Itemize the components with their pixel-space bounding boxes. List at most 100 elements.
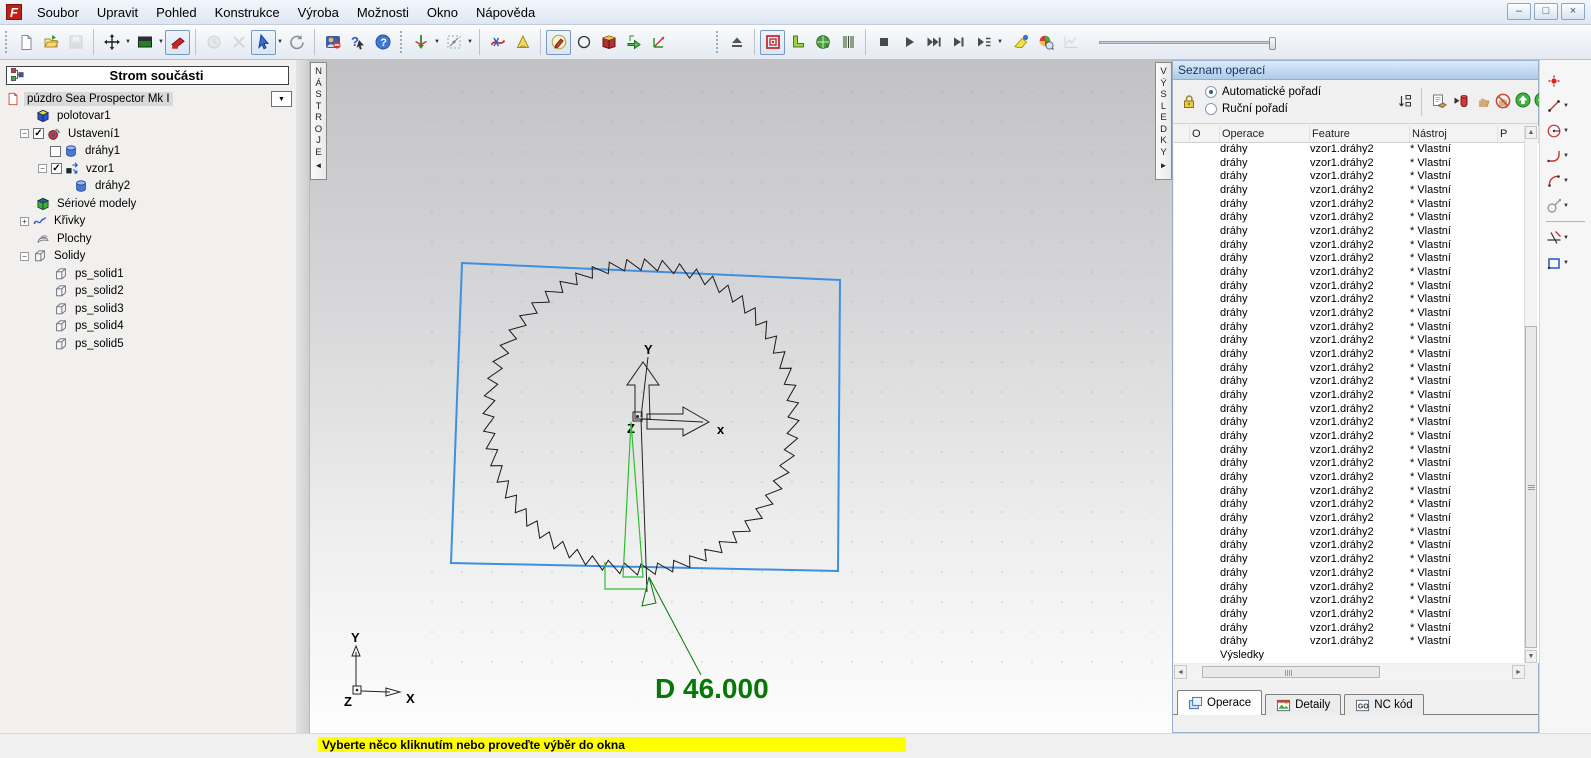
tree-item[interactable]: púzdro Sea Prospector Mk I▼: [0, 90, 296, 108]
operation-row[interactable]: dráhyvzor1.dráhy2* Vlastní: [1174, 594, 1526, 608]
transform-icon[interactable]: [646, 30, 671, 55]
operations-table-body[interactable]: dráhyvzor1.dráhy2* Vlastnídráhyvzor1.drá…: [1174, 143, 1526, 663]
column-header[interactable]: Operace: [1220, 126, 1310, 142]
operation-row[interactable]: dráhyvzor1.dráhy2* Vlastní: [1174, 184, 1526, 198]
tree-item[interactable]: ps_solid2: [0, 283, 296, 301]
eject-icon[interactable]: [724, 30, 749, 55]
operation-row[interactable]: dráhyvzor1.dráhy2* Vlastní: [1174, 362, 1526, 376]
dropdown-arrow-icon[interactable]: ▼: [1563, 103, 1570, 109]
play-icon[interactable]: [896, 30, 921, 55]
operation-row[interactable]: dráhyvzor1.dráhy2* Vlastní: [1174, 485, 1526, 499]
rotate-view-icon[interactable]: [284, 30, 309, 55]
fillet-tool-button[interactable]: ▼: [1540, 143, 1591, 168]
help-icon[interactable]: ?: [370, 30, 395, 55]
dropdown-arrow-icon[interactable]: ▼: [1563, 178, 1570, 184]
tab-detaily[interactable]: Detaily: [1265, 694, 1341, 715]
move-up-icon[interactable]: [1513, 90, 1533, 110]
menu-možnosti[interactable]: Možnosti: [348, 1, 418, 24]
tree-item[interactable]: dráhy1: [0, 143, 296, 161]
operations-table-header[interactable]: OOperaceFeatureNástrojP: [1174, 126, 1539, 143]
tree-item[interactable]: ps_solid1: [0, 265, 296, 283]
circle-tool-button[interactable]: ▼: [1540, 118, 1591, 143]
context-help-icon[interactable]: ?: [345, 30, 370, 55]
menu-nápověda[interactable]: Nápověda: [467, 1, 544, 24]
results-flyout-tab[interactable]: VÝSLEDKY►: [1155, 62, 1172, 180]
principal-axis-icon[interactable]: [408, 30, 433, 55]
tree-item[interactable]: −✓Ustavení1: [0, 125, 296, 143]
menu-upravit[interactable]: Upravit: [88, 1, 147, 24]
sim-centerline-icon[interactable]: [785, 30, 810, 55]
operation-row[interactable]: dráhyvzor1.dráhy2* Vlastní: [1174, 170, 1526, 184]
operation-row[interactable]: dráhyvzor1.dráhy2* Vlastní: [1174, 567, 1526, 581]
tree-item[interactable]: ps_solid5: [0, 335, 296, 353]
operation-row[interactable]: dráhyvzor1.dráhy2* Vlastní: [1174, 512, 1526, 526]
to-end-icon[interactable]: [946, 30, 971, 55]
operation-row[interactable]: dráhyvzor1.dráhy2* Vlastní: [1174, 252, 1526, 266]
column-header[interactable]: Feature: [1310, 126, 1410, 142]
tree-checkbox[interactable]: ✓: [33, 128, 44, 139]
dropdown-arrow-icon[interactable]: ▼: [1563, 260, 1570, 266]
render-view-icon[interactable]: [320, 30, 345, 55]
operation-row[interactable]: dráhyvzor1.dráhy2* Vlastní: [1174, 553, 1526, 567]
menu-konstrukce[interactable]: Konstrukce: [206, 1, 289, 24]
tree-checkbox[interactable]: [50, 146, 61, 157]
trim-tool-button[interactable]: ▼: [1540, 225, 1591, 250]
horizontal-scroll-thumb[interactable]: [1202, 666, 1380, 678]
horizontal-scrollbar[interactable]: ◄►: [1174, 665, 1525, 680]
operation-row[interactable]: dráhyvzor1.dráhy2* Vlastní: [1174, 416, 1526, 430]
panel-splitter[interactable]: [296, 60, 310, 733]
column-header[interactable]: O: [1190, 126, 1220, 142]
slider-thumb[interactable]: [1269, 37, 1276, 50]
menu-soubor[interactable]: Soubor: [28, 1, 88, 24]
operation-row[interactable]: dráhyvzor1.dráhy2* Vlastní: [1174, 321, 1526, 335]
eraser-icon[interactable]: [1008, 30, 1033, 55]
dimension-label[interactable]: D 46.000: [655, 673, 769, 704]
operation-row[interactable]: dráhyvzor1.dráhy2* Vlastní: [1174, 608, 1526, 622]
curve-wizard-icon[interactable]: [485, 30, 510, 55]
tree-item[interactable]: ps_solid3: [0, 300, 296, 318]
operation-row[interactable]: dráhyvzor1.dráhy2* Vlastní: [1174, 293, 1526, 307]
play-to-op-icon[interactable]: [971, 30, 996, 55]
vertical-scrollbar[interactable]: ▲▼: [1524, 126, 1537, 663]
tangent-line-tool-button[interactable]: ▼: [1540, 193, 1591, 218]
menu-okno[interactable]: Okno: [418, 1, 467, 24]
operation-row[interactable]: dráhyvzor1.dráhy2* Vlastní: [1174, 539, 1526, 553]
cad-drawing[interactable]: YxZD 46.000YZX: [310, 60, 1172, 733]
expand-icon[interactable]: +: [20, 217, 29, 226]
material-library-icon[interactable]: [596, 30, 621, 55]
simulation-speed-slider[interactable]: [1099, 41, 1274, 44]
new-file-icon[interactable]: [13, 30, 38, 55]
tree-item[interactable]: +Křivky: [0, 213, 296, 231]
tree-checkbox[interactable]: ✓: [51, 163, 62, 174]
tree-item[interactable]: Plochy: [0, 230, 296, 248]
open-file-icon[interactable]: [38, 30, 63, 55]
operation-row[interactable]: dráhyvzor1.dráhy2* Vlastní: [1174, 307, 1526, 321]
snap-modes-icon[interactable]: [441, 30, 466, 55]
tree-root-dropdown[interactable]: ▼: [271, 91, 292, 107]
operation-row[interactable]: dráhyvzor1.dráhy2* Vlastní: [1174, 334, 1526, 348]
sim-2d-icon[interactable]: [760, 30, 785, 55]
delete-operation-icon[interactable]: [1451, 91, 1471, 111]
auto-order-radio[interactable]: [1205, 86, 1217, 98]
operation-row[interactable]: dráhyvzor1.dráhy2* Vlastní: [1174, 280, 1526, 294]
scroll-down-button[interactable]: ▼: [1525, 650, 1537, 663]
stock-mode-icon[interactable]: [165, 30, 190, 55]
operation-row[interactable]: dráhyvzor1.dráhy2* Vlastní: [1174, 375, 1526, 389]
operation-row[interactable]: dráhyvzor1.dráhy2* Vlastní: [1174, 457, 1526, 471]
tab-nc-kód[interactable]: GONC kód: [1344, 694, 1423, 715]
stock-display-icon[interactable]: [132, 30, 157, 55]
menu-pohled[interactable]: Pohled: [147, 1, 205, 24]
pan-view-icon[interactable]: [99, 30, 124, 55]
operation-row[interactable]: dráhyvzor1.dráhy2* Vlastní: [1174, 211, 1526, 225]
dropdown-arrow-icon[interactable]: ▼: [1563, 235, 1570, 241]
tree-item[interactable]: ps_solid4: [0, 318, 296, 336]
collapse-icon[interactable]: −: [20, 252, 29, 261]
sort-icon[interactable]: [1395, 91, 1415, 111]
operation-row[interactable]: dráhyvzor1.dráhy2* Vlastní: [1174, 622, 1526, 636]
feature-wizard-icon[interactable]: [510, 30, 535, 55]
dropdown-arrow-icon[interactable]: ▼: [467, 39, 474, 45]
operation-row[interactable]: dráhyvzor1.dráhy2* Vlastní: [1174, 389, 1526, 403]
close-button[interactable]: ×: [1561, 3, 1585, 20]
dropdown-arrow-icon[interactable]: ▼: [997, 39, 1004, 45]
menu-výroba[interactable]: Výroba: [289, 1, 348, 24]
